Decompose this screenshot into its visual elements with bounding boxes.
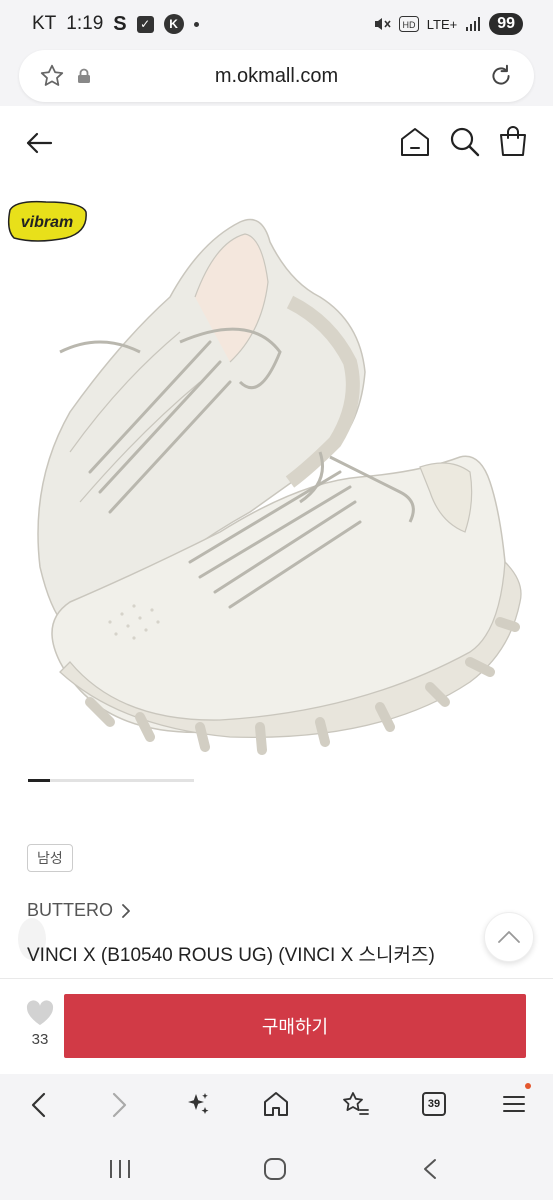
brand-link[interactable]: BUTTERO bbox=[27, 900, 131, 921]
clock-time: 1:19 bbox=[66, 13, 104, 34]
product-image[interactable]: vibram bbox=[0, 182, 553, 762]
image-pager-indicator bbox=[28, 779, 194, 782]
k-app-icon: K bbox=[163, 14, 184, 34]
notification-dot-icon bbox=[193, 21, 199, 27]
status-bar: KT 1:19 S ✓ K HD LTE+ 99 bbox=[0, 0, 553, 48]
bookmarks-icon[interactable] bbox=[340, 1090, 370, 1118]
system-navigation-bar bbox=[0, 1138, 553, 1200]
gender-tag: 남성 bbox=[27, 844, 73, 872]
purchase-bar: 33 구매하기 bbox=[0, 978, 553, 1074]
browser-toolbar: 39 bbox=[0, 1074, 553, 1138]
scroll-top-button[interactable] bbox=[484, 912, 534, 962]
tabs-count-icon[interactable]: 39 bbox=[422, 1092, 446, 1116]
hd-icon: HD bbox=[398, 16, 419, 32]
brand-name: BUTTERO bbox=[27, 900, 114, 920]
browser-forward-icon[interactable] bbox=[108, 1090, 130, 1120]
product-title: VINCI X (B10540 ROUS UG) (VINCI X 스니커즈) bbox=[27, 945, 435, 966]
browser-address-area: m.okmall.com bbox=[0, 48, 553, 106]
like-count: 33 bbox=[31, 1031, 49, 1048]
chevron-right-icon bbox=[122, 903, 130, 918]
arrow-left-icon[interactable] bbox=[24, 128, 54, 158]
menu-icon[interactable] bbox=[502, 1090, 526, 1118]
sparkle-icon[interactable] bbox=[184, 1090, 212, 1118]
system-home-icon[interactable] bbox=[263, 1158, 287, 1180]
network-type-label: LTE+ bbox=[426, 16, 458, 32]
shopping-bag-icon[interactable] bbox=[497, 124, 529, 158]
svg-text:HD: HD bbox=[402, 20, 415, 30]
like-button[interactable]: 33 bbox=[14, 999, 66, 1055]
browser-home-icon[interactable] bbox=[262, 1090, 290, 1118]
home-icon[interactable] bbox=[398, 126, 432, 158]
image-pager-progress bbox=[28, 779, 50, 782]
menu-notification-dot bbox=[525, 1083, 531, 1089]
s-app-icon: S bbox=[113, 12, 127, 35]
system-back-icon[interactable] bbox=[420, 1158, 440, 1180]
address-bar[interactable]: m.okmall.com bbox=[19, 50, 534, 102]
buy-button[interactable]: 구매하기 bbox=[64, 994, 526, 1058]
signal-icon bbox=[466, 17, 481, 31]
mute-icon bbox=[374, 18, 391, 30]
browser-back-icon[interactable] bbox=[28, 1090, 50, 1120]
carrier-label: KT bbox=[32, 13, 57, 34]
sneaker-pair-illustration bbox=[37, 218, 522, 755]
reload-icon[interactable] bbox=[488, 63, 514, 89]
check-box-icon: ✓ bbox=[136, 15, 154, 33]
page: KT 1:19 S ✓ K HD LTE+ 99 m.okmall.com vi… bbox=[0, 0, 553, 1200]
heart-icon bbox=[26, 1000, 54, 1025]
chevron-up-icon bbox=[498, 931, 520, 943]
recent-apps-icon[interactable] bbox=[108, 1158, 132, 1180]
site-header bbox=[0, 106, 553, 182]
search-icon[interactable] bbox=[449, 126, 481, 158]
url-text: m.okmall.com bbox=[214, 64, 339, 87]
battery-indicator: 99 bbox=[489, 13, 523, 35]
